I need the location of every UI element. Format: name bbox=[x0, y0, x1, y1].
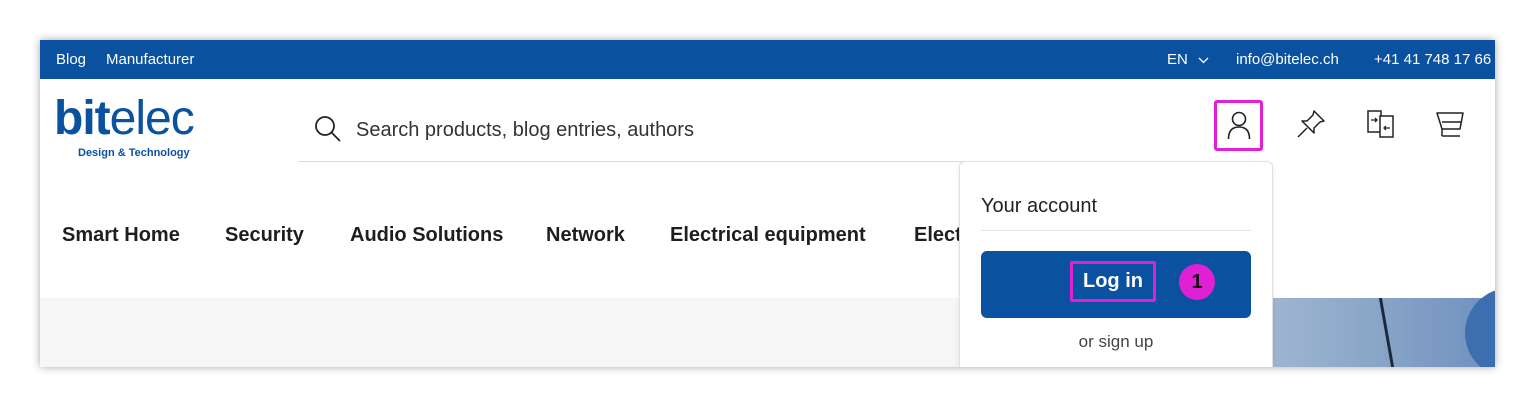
dropdown-title: Your account bbox=[981, 195, 1098, 217]
dropdown-divider bbox=[981, 230, 1251, 231]
language-label: EN bbox=[1167, 51, 1188, 68]
topbar-email-link[interactable]: info@bitelec.ch bbox=[1236, 51, 1339, 68]
nav-item-electronics[interactable]: Elect bbox=[914, 224, 962, 247]
browser-page: Blog Manufacturer EN info@bitelec.ch +41… bbox=[40, 40, 1495, 367]
signup-link[interactable]: or sign up bbox=[960, 332, 1272, 352]
hero-circle bbox=[1465, 288, 1495, 367]
login-button[interactable]: Log in 1 bbox=[981, 251, 1251, 318]
main-navigation: Smart Home Security Audio Solutions Netw… bbox=[40, 224, 1495, 274]
nav-item-electrical-equipment[interactable]: Electrical equipment bbox=[670, 224, 866, 247]
compare-icon bbox=[1367, 110, 1394, 138]
search-bar bbox=[298, 97, 978, 162]
logo-elec-text: elec bbox=[109, 92, 195, 145]
step-badge: 1 bbox=[1179, 264, 1215, 300]
user-icon bbox=[1227, 111, 1250, 139]
cart-button[interactable] bbox=[1426, 99, 1476, 149]
top-bar: Blog Manufacturer EN info@bitelec.ch +41… bbox=[40, 40, 1495, 79]
chevron-down-icon bbox=[1198, 57, 1209, 63]
cart-icon bbox=[1436, 112, 1464, 137]
login-button-label: Log in bbox=[1070, 261, 1156, 302]
nav-item-security[interactable]: Security bbox=[225, 224, 304, 247]
logo-wordmark: bitelec bbox=[54, 91, 195, 146]
search-input[interactable] bbox=[354, 115, 918, 145]
nav-item-audio-solutions[interactable]: Audio Solutions bbox=[350, 224, 503, 247]
hero-line bbox=[1378, 298, 1395, 367]
site-logo[interactable]: bitelec Design & Technology bbox=[54, 92, 224, 163]
nav-item-network[interactable]: Network bbox=[546, 224, 625, 247]
topbar-phone-link[interactable]: +41 41 748 17 66 bbox=[1374, 51, 1491, 68]
topbar-link-manufacturer[interactable]: Manufacturer bbox=[106, 51, 194, 68]
account-dropdown: Your account Log in 1 or sign up bbox=[959, 161, 1273, 367]
search-icon[interactable] bbox=[314, 115, 342, 143]
watchlist-button[interactable] bbox=[1286, 99, 1336, 149]
language-selector[interactable]: EN bbox=[1167, 51, 1209, 68]
logo-tagline: Design & Technology bbox=[78, 147, 190, 159]
nav-item-smart-home[interactable]: Smart Home bbox=[62, 224, 180, 247]
account-button[interactable] bbox=[1214, 100, 1263, 151]
topbar-link-blog[interactable]: Blog bbox=[56, 51, 86, 68]
compare-button[interactable] bbox=[1356, 99, 1406, 149]
pin-icon bbox=[1297, 110, 1325, 138]
logo-bit-text: bit bbox=[54, 92, 111, 145]
